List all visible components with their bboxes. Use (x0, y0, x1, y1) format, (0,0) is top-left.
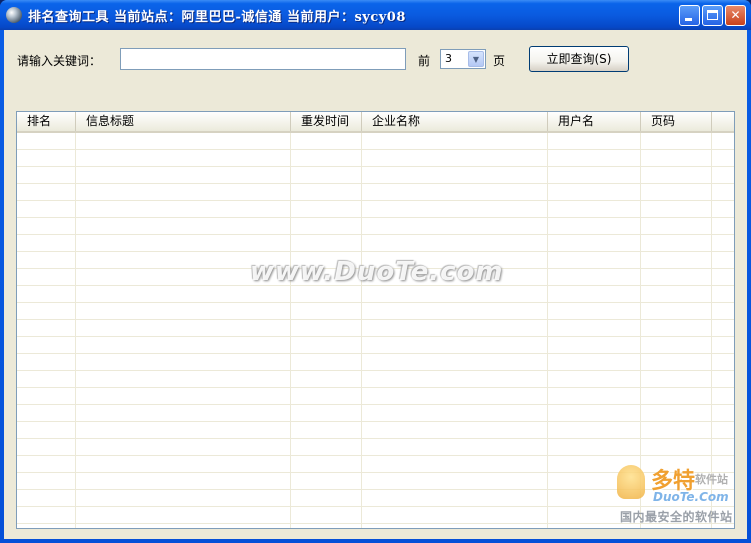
site-logo-watermark: 多特 软件站 DuoTe.Com 国内最安全的软件站 (615, 463, 750, 533)
column-header-username[interactable]: 用户名 (548, 112, 641, 131)
column-header-repost-time[interactable]: 重发时间 (291, 112, 362, 131)
column-header-title[interactable]: 信息标题 (76, 112, 291, 131)
column-divider (290, 133, 291, 528)
close-button[interactable]: ✕ (725, 5, 746, 26)
column-divider (361, 133, 362, 528)
pages-select-value: 3 (445, 52, 452, 65)
keyword-input[interactable] (120, 48, 406, 70)
minimize-button[interactable] (679, 5, 700, 26)
app-globe-icon[interactable] (6, 7, 22, 23)
table-header: 排名 信息标题 重发时间 企业名称 用户名 页码 (17, 112, 734, 133)
column-header-rank[interactable]: 排名 (17, 112, 76, 131)
close-icon: ✕ (730, 8, 741, 22)
minimize-icon (685, 18, 692, 21)
chevron-down-icon[interactable]: ▼ (468, 51, 484, 67)
pages-suffix-label: 页 (493, 54, 506, 68)
logo-subtitle: 软件站 (695, 473, 728, 486)
title-bar[interactable]: 排名查询工具 当前站点：阿里巴巴-诚信通 当前用户：sycy08 ✕ (0, 0, 751, 30)
pages-prefix-label: 前 (418, 54, 431, 68)
app-window: 排名查询工具 当前站点：阿里巴巴-诚信通 当前用户：sycy08 ✕ 请输入关键… (0, 0, 751, 543)
maximize-icon (707, 10, 718, 20)
keyword-label: 请输入关键词： (17, 54, 102, 68)
center-watermark: www.DuoTe.com (250, 257, 504, 287)
query-button[interactable]: 立即查询(S) (529, 46, 629, 72)
pages-select[interactable]: 3 ▼ (440, 49, 486, 69)
window-title: 排名查询工具 当前站点：阿里巴巴-诚信通 当前用户：sycy08 (28, 10, 406, 25)
logo-slogan: 国内最安全的软件站 (620, 510, 733, 524)
column-header-page[interactable]: 页码 (641, 112, 712, 131)
column-divider (547, 133, 548, 528)
column-header-company[interactable]: 企业名称 (362, 112, 548, 131)
maximize-button[interactable] (702, 5, 723, 26)
mascot-icon (617, 465, 645, 499)
logo-url: DuoTe.Com (653, 490, 729, 504)
column-divider (75, 133, 76, 528)
